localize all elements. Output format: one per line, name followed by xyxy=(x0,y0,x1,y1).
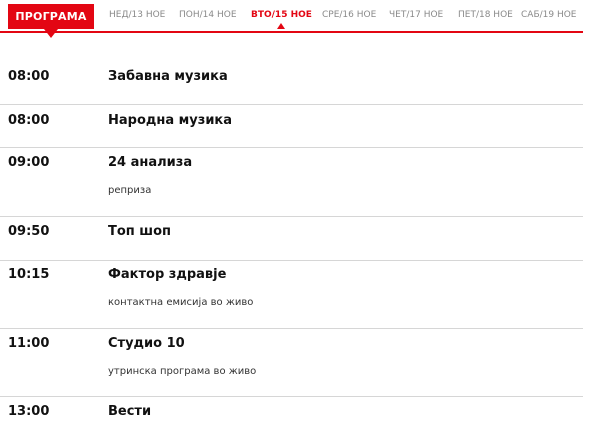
schedule-row: 11:00 Студио 10 утринска програма во жив… xyxy=(0,328,583,397)
schedule-description: утринска програма во живо xyxy=(108,366,257,377)
day-tab-thursday[interactable]: ЧЕТ/17 НОЕ xyxy=(389,9,443,21)
schedule-time: 10:15 xyxy=(8,267,50,282)
schedule-title[interactable]: Топ шоп xyxy=(108,224,171,240)
schedule-time: 08:00 xyxy=(8,69,50,84)
schedule-title[interactable]: Студио 10 xyxy=(108,336,185,352)
schedule-row: 08:00 Народна музика xyxy=(0,104,583,148)
schedule-description: реприза xyxy=(108,185,152,196)
day-tab-friday[interactable]: ПЕТ/18 НОЕ xyxy=(458,9,513,21)
schedule-row: 09:00 24 анализа реприза xyxy=(0,147,583,217)
day-tab-monday[interactable]: ПОН/14 НОЕ xyxy=(179,9,237,21)
schedule-time: 08:00 xyxy=(8,113,50,128)
schedule-title[interactable]: Народна музика xyxy=(108,113,232,129)
schedule-time: 09:00 xyxy=(8,155,50,170)
schedule-row: 09:50 Топ шоп xyxy=(0,216,583,261)
schedule-title[interactable]: Фактор здравје xyxy=(108,267,226,283)
schedule-time: 13:00 xyxy=(8,404,50,419)
tv-schedule-page: ПРОГРАМА НЕД/13 НОЕ ПОН/14 НОЕ ВТО/15 НО… xyxy=(0,0,600,423)
day-tab-saturday[interactable]: САБ/19 НОЕ xyxy=(521,9,577,21)
schedule-row: 08:00 Забавна музика xyxy=(0,60,583,105)
day-tab-tuesday[interactable]: ВТО/15 НОЕ xyxy=(251,9,312,29)
schedule-time: 09:50 xyxy=(8,224,50,239)
program-tab[interactable]: ПРОГРАМА xyxy=(8,4,94,38)
day-tab-wednesday[interactable]: СРЕ/16 НОЕ xyxy=(322,9,376,21)
day-tab-sunday[interactable]: НЕД/13 НОЕ xyxy=(109,9,165,21)
schedule-row: 13:00 Вести xyxy=(0,396,583,423)
schedule-time: 11:00 xyxy=(8,336,50,351)
schedule-title[interactable]: 24 анализа xyxy=(108,155,192,171)
day-navigation-bar: ПРОГРАМА НЕД/13 НОЕ ПОН/14 НОЕ ВТО/15 НО… xyxy=(0,0,583,38)
schedule-title[interactable]: Вести xyxy=(108,404,151,420)
schedule-title[interactable]: Забавна музика xyxy=(108,69,228,85)
schedule-description: контактна емисија во живо xyxy=(108,297,254,308)
schedule-row: 10:15 Фактор здравје контактна емисија в… xyxy=(0,260,583,329)
